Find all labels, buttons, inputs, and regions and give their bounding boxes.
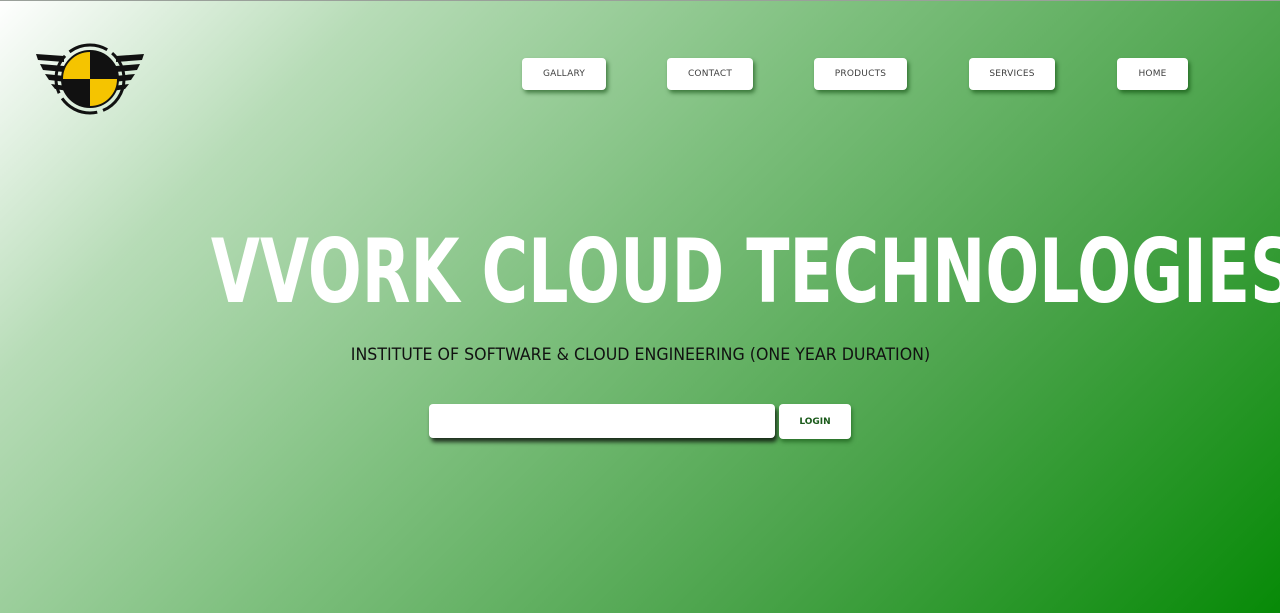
nav-contact-button[interactable]: CONTACT bbox=[667, 58, 753, 90]
nav-home-button[interactable]: HOME bbox=[1117, 58, 1188, 90]
winged-checkered-badge-icon bbox=[36, 43, 144, 115]
nav-gallary-button[interactable]: GALLARY bbox=[522, 58, 606, 90]
nav-products-button[interactable]: PRODUCTS bbox=[814, 58, 907, 90]
hero-subtitle: INSTITUTE OF SOFTWARE & CLOUD ENGINEERIN… bbox=[350, 345, 930, 365]
top-border bbox=[0, 0, 1280, 1]
site-logo[interactable] bbox=[34, 42, 146, 116]
login-button[interactable]: LOGIN bbox=[779, 404, 851, 439]
nav-services-button[interactable]: SERVICES bbox=[969, 58, 1055, 90]
hero-title: VVORK CLOUD TECHNOLOGIES bbox=[210, 220, 1280, 323]
page-background: GALLARY CONTACT PRODUCTS SERVICES HOME V… bbox=[0, 0, 1280, 613]
login-input[interactable] bbox=[429, 404, 775, 438]
